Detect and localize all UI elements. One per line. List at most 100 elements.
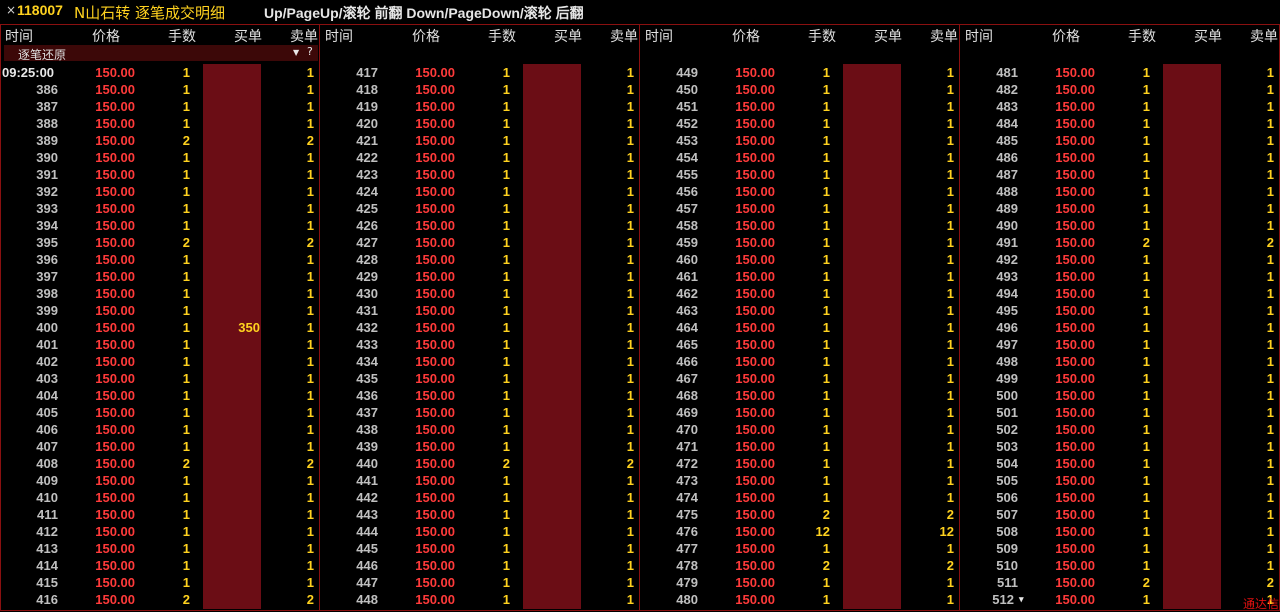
table-row[interactable]: 09:25:00 150.00 1 1 bbox=[0, 64, 320, 81]
table-row[interactable]: 427 150.00 1 1 bbox=[320, 234, 640, 251]
table-row[interactable]: 460 150.00 1 1 bbox=[640, 251, 960, 268]
table-row[interactable]: 496 150.00 1 1 bbox=[960, 319, 1280, 336]
table-row[interactable]: 392 150.00 1 1 bbox=[0, 183, 320, 200]
table-row[interactable]: 486 150.00 1 1 bbox=[960, 149, 1280, 166]
table-row[interactable]: 478 150.00 2 2 bbox=[640, 557, 960, 574]
table-row[interactable]: 404 150.00 1 1 bbox=[0, 387, 320, 404]
table-row[interactable]: 511 150.00 2 2 bbox=[960, 574, 1280, 591]
table-row[interactable]: 433 150.00 1 1 bbox=[320, 336, 640, 353]
table-row[interactable]: 484 150.00 1 1 bbox=[960, 115, 1280, 132]
table-row[interactable]: 441 150.00 1 1 bbox=[320, 472, 640, 489]
table-row[interactable]: 418 150.00 1 1 bbox=[320, 81, 640, 98]
table-row[interactable]: 445 150.00 1 1 bbox=[320, 540, 640, 557]
table-row[interactable]: 397 150.00 1 1 bbox=[0, 268, 320, 285]
table-row[interactable]: 444 150.00 1 1 bbox=[320, 523, 640, 540]
table-row[interactable]: 510 150.00 1 1 bbox=[960, 557, 1280, 574]
table-row[interactable]: 398 150.00 1 1 bbox=[0, 285, 320, 302]
table-row[interactable]: 465 150.00 1 1 bbox=[640, 336, 960, 353]
table-row[interactable]: 390 150.00 1 1 bbox=[0, 149, 320, 166]
table-row[interactable]: 435 150.00 1 1 bbox=[320, 370, 640, 387]
table-row[interactable]: 422 150.00 1 1 bbox=[320, 149, 640, 166]
table-row[interactable]: 455 150.00 1 1 bbox=[640, 166, 960, 183]
table-row[interactable]: 442 150.00 1 1 bbox=[320, 489, 640, 506]
table-row[interactable]: 401 150.00 1 1 bbox=[0, 336, 320, 353]
table-row[interactable]: 451 150.00 1 1 bbox=[640, 98, 960, 115]
table-row[interactable]: 458 150.00 1 1 bbox=[640, 217, 960, 234]
tick-restore-toggle[interactable]: 逐笔还原 ▼? bbox=[4, 45, 318, 62]
chevron-down-icon[interactable]: ▾ bbox=[1019, 594, 1024, 605]
table-row[interactable]: 424 150.00 1 1 bbox=[320, 183, 640, 200]
table-row[interactable]: 389 150.00 2 2 bbox=[0, 132, 320, 149]
table-row[interactable]: 487 150.00 1 1 bbox=[960, 166, 1280, 183]
table-row[interactable]: 452 150.00 1 1 bbox=[640, 115, 960, 132]
table-row[interactable]: 428 150.00 1 1 bbox=[320, 251, 640, 268]
table-row[interactable]: 431 150.00 1 1 bbox=[320, 302, 640, 319]
table-row[interactable]: 440 150.00 2 2 bbox=[320, 455, 640, 472]
table-row[interactable]: 463 150.00 1 1 bbox=[640, 302, 960, 319]
table-row[interactable]: 454 150.00 1 1 bbox=[640, 149, 960, 166]
table-row[interactable]: 386 150.00 1 1 bbox=[0, 81, 320, 98]
table-row[interactable]: 512 150.00 1 1 ▾ bbox=[960, 591, 1280, 608]
table-row[interactable]: 490 150.00 1 1 bbox=[960, 217, 1280, 234]
table-row[interactable]: 485 150.00 1 1 bbox=[960, 132, 1280, 149]
table-row[interactable]: 471 150.00 1 1 bbox=[640, 438, 960, 455]
table-row[interactable]: 395 150.00 2 2 bbox=[0, 234, 320, 251]
table-row[interactable]: 499 150.00 1 1 bbox=[960, 370, 1280, 387]
table-row[interactable]: 437 150.00 1 1 bbox=[320, 404, 640, 421]
filter-icon[interactable]: ▼ bbox=[293, 48, 299, 57]
table-row[interactable]: 415 150.00 1 1 bbox=[0, 574, 320, 591]
table-row[interactable]: 468 150.00 1 1 bbox=[640, 387, 960, 404]
table-row[interactable]: 482 150.00 1 1 bbox=[960, 81, 1280, 98]
table-row[interactable]: 391 150.00 1 1 bbox=[0, 166, 320, 183]
table-row[interactable]: 466 150.00 1 1 bbox=[640, 353, 960, 370]
table-row[interactable]: 443 150.00 1 1 bbox=[320, 506, 640, 523]
table-row[interactable]: 475 150.00 2 2 bbox=[640, 506, 960, 523]
table-row[interactable]: 491 150.00 2 2 bbox=[960, 234, 1280, 251]
table-row[interactable]: 469 150.00 1 1 bbox=[640, 404, 960, 421]
table-row[interactable]: 494 150.00 1 1 bbox=[960, 285, 1280, 302]
table-row[interactable]: 419 150.00 1 1 bbox=[320, 98, 640, 115]
table-row[interactable]: 502 150.00 1 1 bbox=[960, 421, 1280, 438]
table-row[interactable]: 403 150.00 1 1 bbox=[0, 370, 320, 387]
table-row[interactable]: 411 150.00 1 1 bbox=[0, 506, 320, 523]
more-link[interactable]: 通达信 bbox=[1243, 595, 1279, 612]
close-icon[interactable]: × bbox=[6, 3, 16, 17]
table-row[interactable]: 425 150.00 1 1 bbox=[320, 200, 640, 217]
table-row[interactable]: 417 150.00 1 1 bbox=[320, 64, 640, 81]
table-row[interactable]: 405 150.00 1 1 bbox=[0, 404, 320, 421]
table-row[interactable]: 394 150.00 1 1 bbox=[0, 217, 320, 234]
table-row[interactable]: 509 150.00 1 1 bbox=[960, 540, 1280, 557]
table-row[interactable]: 507 150.00 1 1 bbox=[960, 506, 1280, 523]
help-icon[interactable]: ? bbox=[307, 45, 313, 58]
table-row[interactable]: 446 150.00 1 1 bbox=[320, 557, 640, 574]
table-row[interactable]: 396 150.00 1 1 bbox=[0, 251, 320, 268]
table-row[interactable]: 448 150.00 1 1 bbox=[320, 591, 640, 608]
table-row[interactable]: 453 150.00 1 1 bbox=[640, 132, 960, 149]
table-row[interactable]: 505 150.00 1 1 bbox=[960, 472, 1280, 489]
table-row[interactable]: 406 150.00 1 1 bbox=[0, 421, 320, 438]
table-row[interactable]: 409 150.00 1 1 bbox=[0, 472, 320, 489]
table-row[interactable]: 457 150.00 1 1 bbox=[640, 200, 960, 217]
table-row[interactable]: 439 150.00 1 1 bbox=[320, 438, 640, 455]
table-row[interactable]: 473 150.00 1 1 bbox=[640, 472, 960, 489]
table-row[interactable]: 506 150.00 1 1 bbox=[960, 489, 1280, 506]
table-row[interactable]: 472 150.00 1 1 bbox=[640, 455, 960, 472]
table-row[interactable]: 432 150.00 1 1 bbox=[320, 319, 640, 336]
table-row[interactable]: 410 150.00 1 1 bbox=[0, 489, 320, 506]
table-row[interactable]: 450 150.00 1 1 bbox=[640, 81, 960, 98]
table-row[interactable]: 438 150.00 1 1 bbox=[320, 421, 640, 438]
table-row[interactable]: 462 150.00 1 1 bbox=[640, 285, 960, 302]
table-row[interactable]: 488 150.00 1 1 bbox=[960, 183, 1280, 200]
table-row[interactable]: 476 150.00 12 12 bbox=[640, 523, 960, 540]
table-row[interactable]: 474 150.00 1 1 bbox=[640, 489, 960, 506]
table-row[interactable]: 430 150.00 1 1 bbox=[320, 285, 640, 302]
table-row[interactable]: 426 150.00 1 1 bbox=[320, 217, 640, 234]
table-row[interactable]: 489 150.00 1 1 bbox=[960, 200, 1280, 217]
table-row[interactable]: 408 150.00 2 2 bbox=[0, 455, 320, 472]
table-row[interactable]: 481 150.00 1 1 bbox=[960, 64, 1280, 81]
table-row[interactable]: 399 150.00 1 1 bbox=[0, 302, 320, 319]
table-row[interactable]: 420 150.00 1 1 bbox=[320, 115, 640, 132]
table-row[interactable]: 467 150.00 1 1 bbox=[640, 370, 960, 387]
table-row[interactable]: 479 150.00 1 1 bbox=[640, 574, 960, 591]
table-row[interactable]: 400 150.00 1 350 1 bbox=[0, 319, 320, 336]
